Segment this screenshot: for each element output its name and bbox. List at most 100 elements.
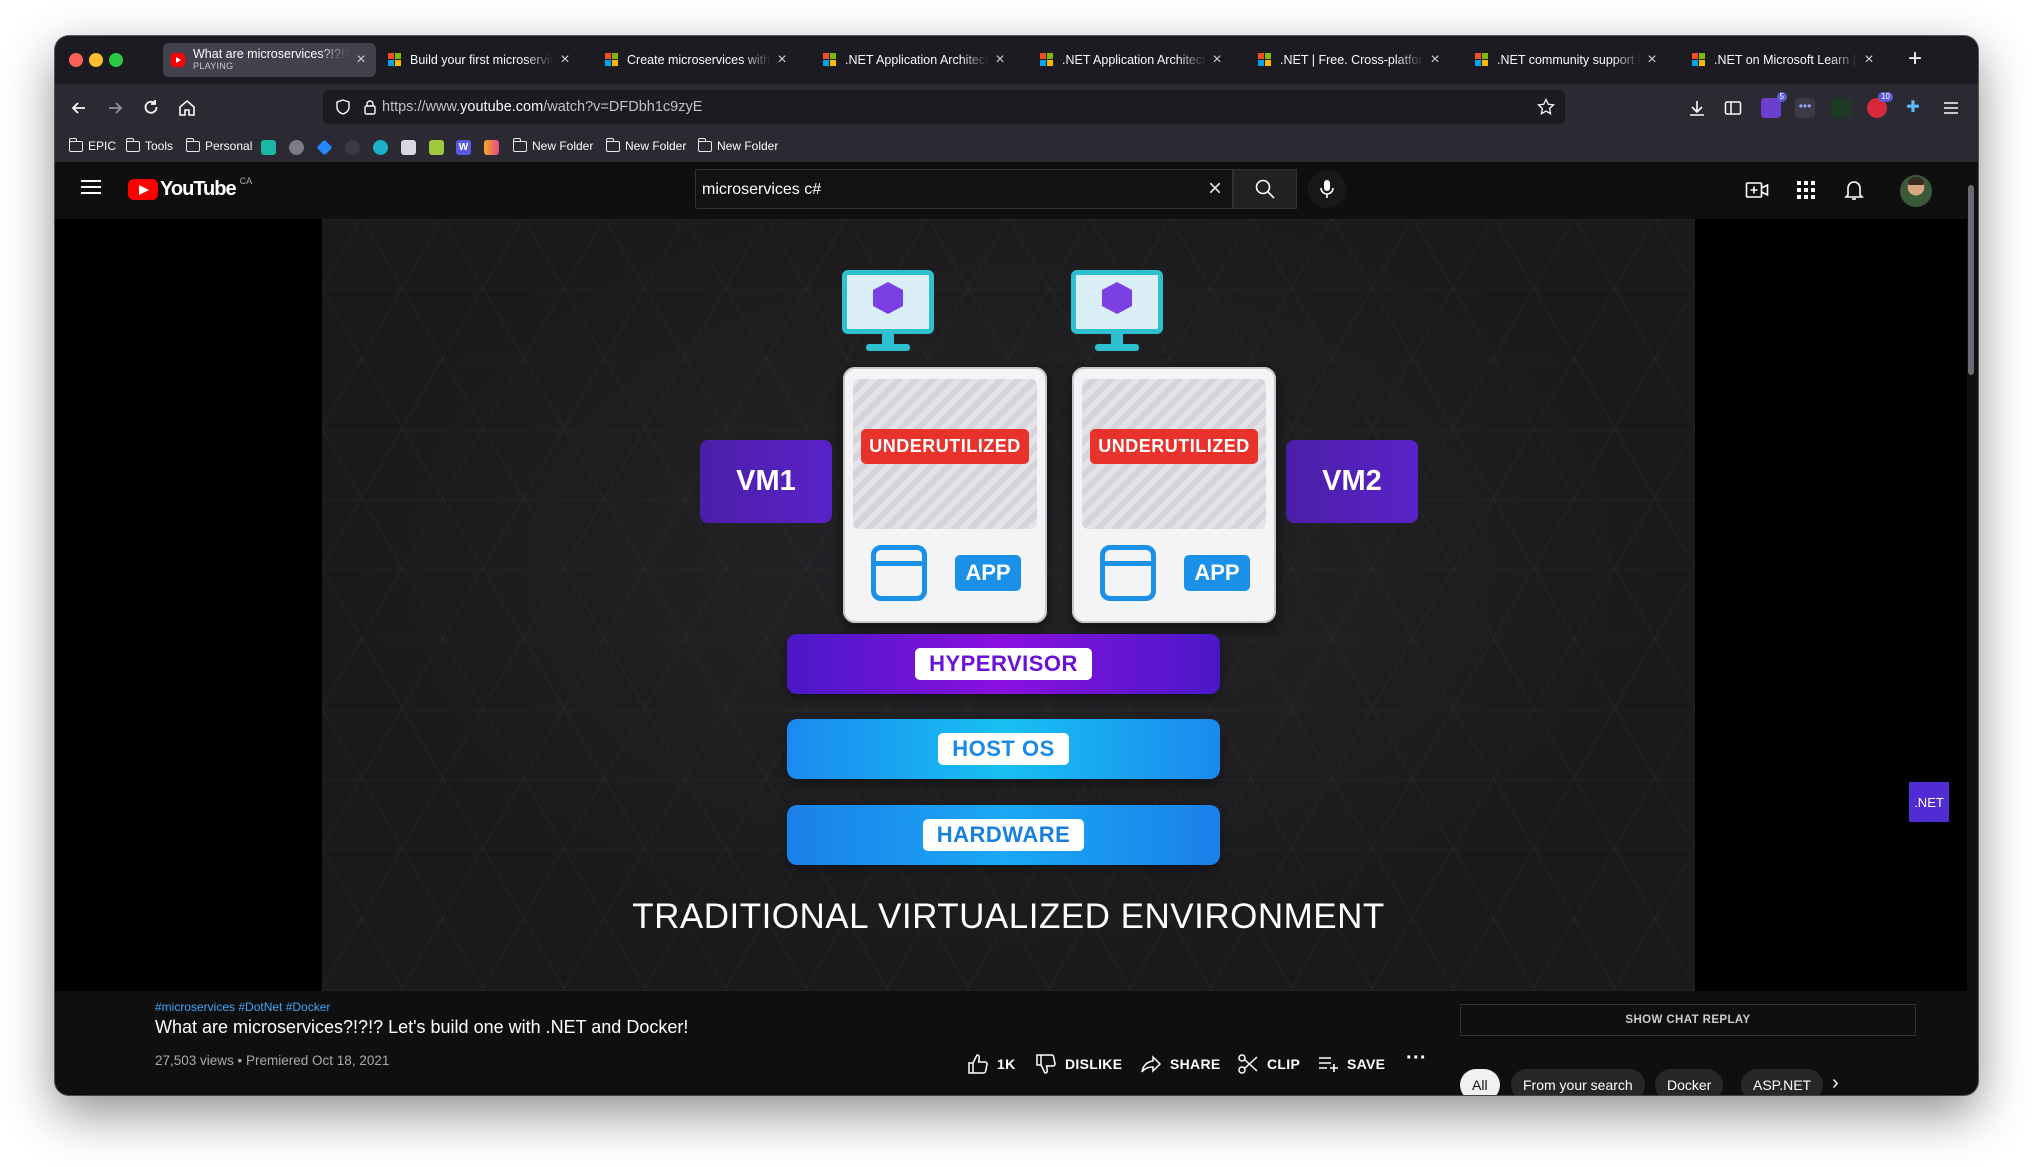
bookmark-flag-icon[interactable] — [484, 140, 499, 155]
video-title: What are microservices?!?!? Let's build … — [155, 1017, 689, 1037]
vm2-card: UNDERUTILIZED APP — [1072, 367, 1276, 623]
new-tab-button[interactable]: + — [1908, 45, 1922, 73]
host-os-layer: HOST OS — [787, 719, 1220, 779]
notifications-button[interactable] — [1842, 178, 1866, 202]
underutilized-badge: UNDERUTILIZED — [1090, 429, 1258, 464]
menu-button[interactable] — [1939, 96, 1963, 120]
apps-button[interactable] — [1794, 178, 1818, 202]
close-tab-icon[interactable]: × — [558, 51, 572, 69]
more-actions-button[interactable]: ··· — [1406, 1047, 1427, 1070]
vm-monitor-icon — [842, 270, 934, 356]
youtube-wordmark: YouTube — [160, 178, 237, 200]
avatar[interactable] — [1900, 175, 1932, 207]
close-tab-icon[interactable]: × — [1210, 51, 1224, 69]
home-button[interactable] — [175, 96, 199, 120]
share-icon — [1141, 1055, 1162, 1073]
back-arrow-icon — [71, 102, 85, 114]
tab-microsoft[interactable]: .NET Application Architecture Guides × — [815, 43, 1015, 77]
close-tab-icon[interactable]: × — [1645, 51, 1659, 69]
vm-monitor-icon — [1071, 270, 1163, 356]
bookmark-cyan-icon[interactable] — [373, 140, 388, 155]
bookmark-folder-new-3[interactable]: New Folder — [697, 137, 778, 153]
chips-next-icon[interactable]: › — [1832, 1072, 1839, 1095]
close-tab-icon[interactable]: × — [993, 51, 1007, 69]
bookmark-folder-personal[interactable]: Personal — [185, 137, 252, 153]
bookmark-folder-epic[interactable]: EPIC — [68, 137, 116, 153]
back-button[interactable] — [67, 96, 91, 120]
tab-title: Build your first microservice with .NET — [410, 53, 554, 67]
jira-icon[interactable] — [316, 139, 333, 156]
chip-from-your-search[interactable]: From your search — [1511, 1069, 1645, 1095]
zoom-window-button[interactable] — [109, 53, 123, 67]
thumbs-up-icon — [968, 1054, 988, 1074]
tab-microsoft[interactable]: .NET Application Architecture Guides × — [1032, 43, 1232, 77]
share-button[interactable]: SHARE — [1140, 1053, 1221, 1075]
microsoft-icon — [1258, 53, 1272, 67]
address-bar[interactable]: https://www.youtube.com/watch?v=DFDbh1c9… — [323, 90, 1565, 124]
voice-search-button[interactable] — [1308, 170, 1346, 208]
tab-microsoft[interactable]: .NET | Free. Cross-platform. Open Source… — [1250, 43, 1450, 77]
bookmark-star-icon[interactable] — [1537, 98, 1555, 116]
bookmark-leaf-icon[interactable] — [429, 140, 444, 155]
tab-title: What are microservices?!?!? Let's build … — [193, 48, 350, 60]
app-label: APP — [955, 555, 1021, 591]
downloads-button[interactable] — [1685, 96, 1709, 120]
microsoft-icon — [388, 53, 402, 67]
github-icon[interactable] — [345, 140, 360, 155]
video-add-icon — [1745, 182, 1769, 198]
chip-aspnet[interactable]: ASP.NET — [1741, 1069, 1824, 1095]
bookmark-w-icon[interactable]: W — [456, 140, 471, 155]
channel-watermark[interactable]: .NET — [1909, 782, 1949, 822]
forward-button[interactable] — [103, 96, 127, 120]
bookmark-folder-new-1[interactable]: New Folder — [512, 137, 593, 153]
like-button[interactable]: 1K — [967, 1053, 1016, 1075]
save-button[interactable]: SAVE — [1317, 1053, 1385, 1075]
tab-title: .NET Application Architecture Guides — [845, 53, 989, 67]
show-chat-replay-button[interactable]: SHOW CHAT REPLAY — [1460, 1004, 1916, 1036]
bookmark-folder-new-2[interactable]: New Folder — [605, 137, 686, 153]
country-code: CA — [239, 175, 253, 186]
microphone-icon — [1320, 180, 1334, 198]
shield-icon — [336, 99, 350, 115]
extension-puzzle-icon[interactable]: ✚ — [1903, 98, 1923, 118]
create-video-button[interactable] — [1745, 178, 1769, 202]
tab-youtube[interactable]: What are microservices?!?!? Let's build … — [163, 43, 376, 77]
apple-icon[interactable] — [289, 140, 304, 155]
tab-microsoft[interactable]: Create microservices with .NET and ASP.N… — [597, 43, 797, 77]
video-player[interactable]: VM1 VM2 UNDERUTILIZED APP UNDERUTILIZED … — [55, 219, 1967, 991]
minimize-window-button[interactable] — [89, 53, 103, 67]
chip-all[interactable]: All — [1460, 1069, 1500, 1095]
tab-microsoft[interactable]: .NET on Microsoft Learn | Microsoft × — [1684, 43, 1884, 77]
hypervisor-layer: HYPERVISOR — [787, 634, 1220, 694]
microsoft-icon — [605, 53, 619, 67]
extension-badge: 10 — [1878, 92, 1893, 102]
microsoft-icon — [1475, 53, 1489, 67]
chip-docker[interactable]: Docker — [1655, 1069, 1724, 1095]
bookmark-teal-icon[interactable] — [261, 140, 276, 155]
extension-dots-icon[interactable]: ••• — [1795, 98, 1815, 118]
guide-menu-button[interactable] — [81, 180, 101, 194]
bookmark-folder-tools[interactable]: Tools — [125, 137, 173, 153]
tab-microsoft[interactable]: Build your first microservice with .NET … — [380, 43, 580, 77]
close-tab-icon[interactable]: × — [354, 51, 368, 69]
adblock-icon[interactable]: 10 — [1867, 92, 1893, 118]
page-scrollbar[interactable] — [1968, 155, 1976, 385]
clear-search-icon[interactable]: × — [1208, 177, 1222, 201]
close-tab-icon[interactable]: × — [1428, 51, 1442, 69]
search-button[interactable] — [1233, 169, 1297, 209]
close-window-button[interactable] — [69, 53, 83, 67]
extension-green-icon[interactable] — [1831, 98, 1851, 118]
bookmark-box-icon[interactable] — [401, 140, 416, 155]
dislike-button[interactable]: DISLIKE — [1035, 1053, 1122, 1075]
tab-microsoft[interactable]: .NET community support | Microsoft × — [1467, 43, 1667, 77]
clip-button[interactable]: CLIP — [1237, 1053, 1300, 1075]
search-input[interactable] — [696, 170, 1184, 210]
app-label: APP — [1184, 555, 1250, 591]
close-tab-icon[interactable]: × — [1862, 51, 1876, 69]
close-tab-icon[interactable]: × — [775, 51, 789, 69]
youtube-logo[interactable]: YouTube CA — [128, 175, 253, 201]
sidebar-toggle-button[interactable] — [1721, 96, 1745, 120]
reload-button[interactable] — [139, 96, 163, 120]
video-hashtags[interactable]: #microservices #DotNet #Docker — [155, 1000, 330, 1014]
extension-purple-icon[interactable]: 5 — [1761, 92, 1787, 118]
